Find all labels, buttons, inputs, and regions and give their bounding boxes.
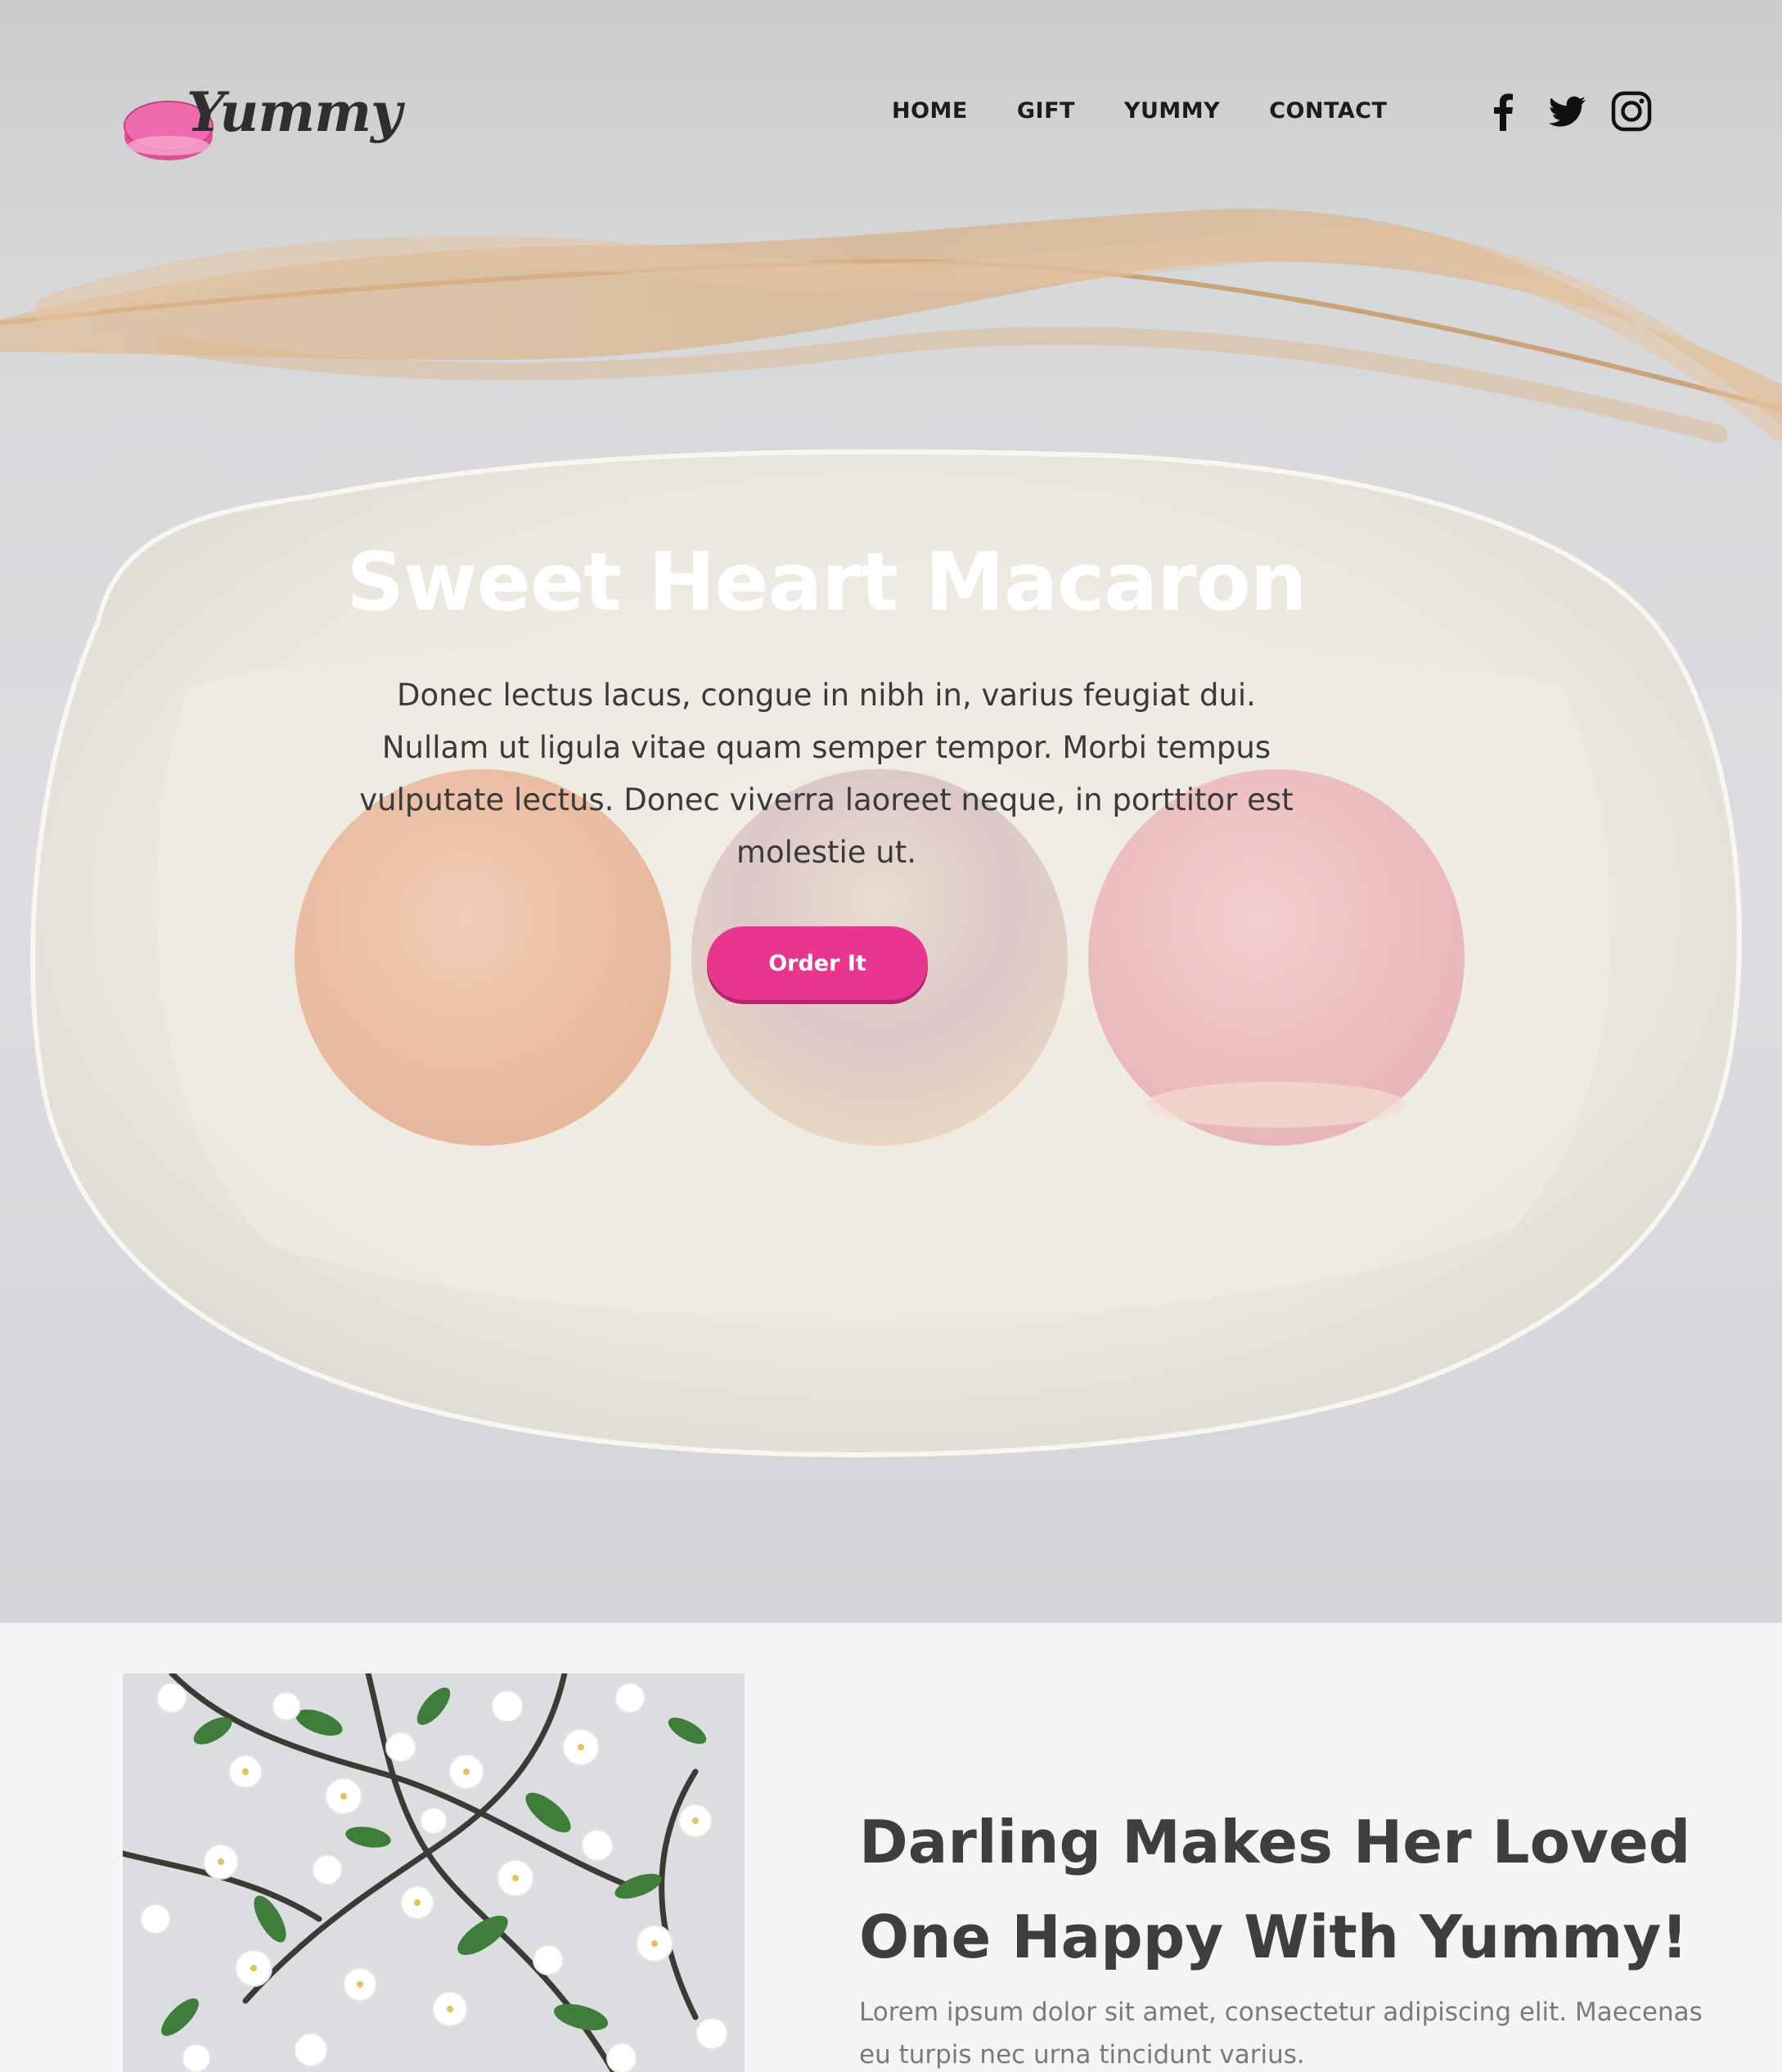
hero-title: Sweet Heart Macaron (346, 536, 1307, 629)
twitter-icon[interactable] (1546, 90, 1589, 133)
feature-text: Lorem ipsum dolor sit amet, consectetur … (859, 1998, 1703, 2070)
facebook-icon[interactable] (1483, 90, 1525, 133)
social-links (1483, 90, 1653, 133)
nav-item-gift[interactable]: GIFT (1017, 98, 1075, 124)
feature-title: Darling Makes Her Loved One Happy With Y… (859, 1808, 1691, 1971)
instagram-icon[interactable] (1610, 90, 1653, 133)
nav-item-yummy[interactable]: YUMMY (1124, 98, 1220, 124)
blossom-photo (123, 1673, 745, 2072)
hero-section: Yummy HOME GIFT YUMMY CONTACT Sweet Hear… (0, 0, 1782, 1623)
nav-item-contact[interactable]: CONTACT (1269, 98, 1387, 124)
order-it-button[interactable]: Order It (707, 926, 928, 1000)
feature-section: Darling Makes Her Loved One Happy With Y… (0, 1623, 1782, 2072)
nav-item-home[interactable]: HOME (892, 98, 968, 124)
main-nav: HOME GIFT YUMMY CONTACT (892, 98, 1437, 124)
hero-description: Donec lectus lacus, congue in nibh in, v… (359, 678, 1294, 870)
logo-text: Yummy (187, 80, 402, 144)
